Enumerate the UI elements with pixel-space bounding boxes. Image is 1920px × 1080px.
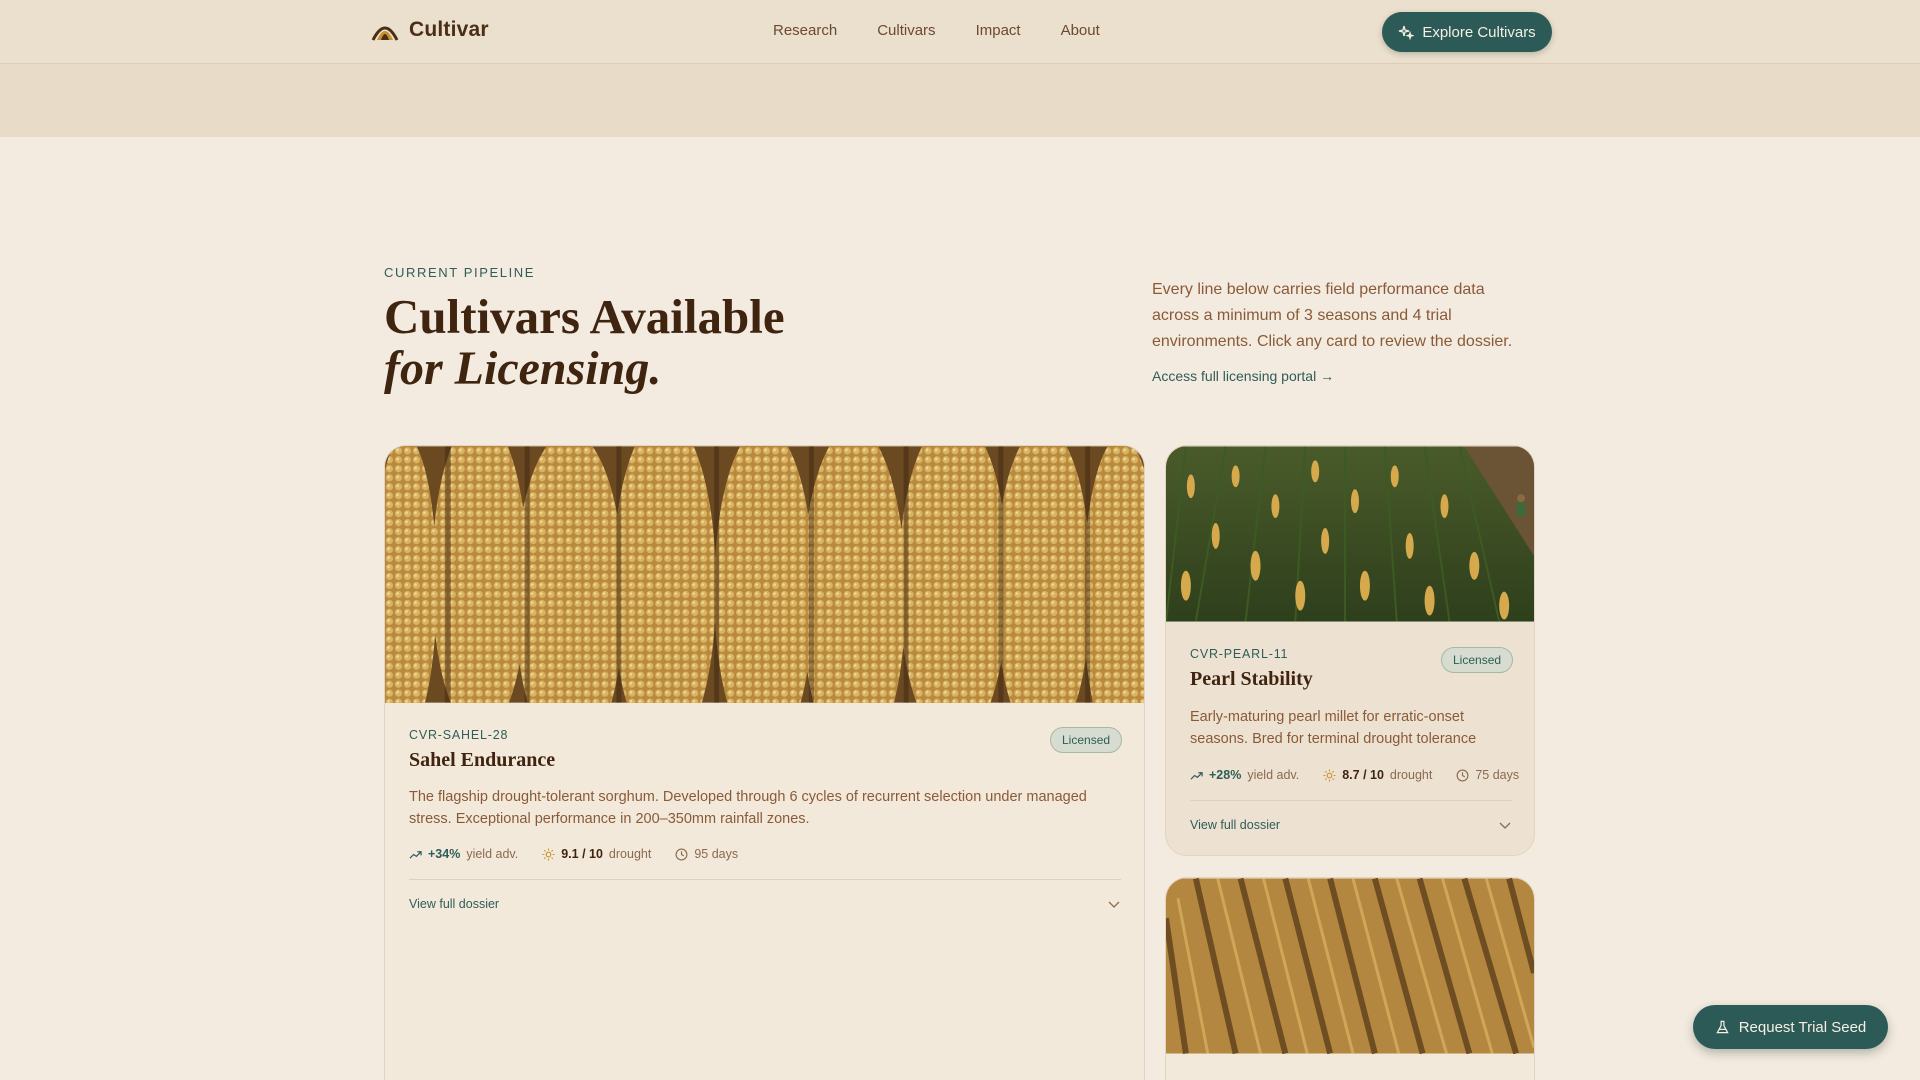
- request-trial-seed-label: Request Trial Seed: [1738, 1018, 1867, 1036]
- sorghum-logo-icon: [371, 26, 399, 41]
- cultivar-code: CVR-SAHEL-28: [409, 728, 509, 742]
- chevron-down-icon[interactable]: [1107, 897, 1121, 911]
- view-dossier-link[interactable]: View full dossier: [1190, 818, 1280, 832]
- clock-icon: [675, 848, 688, 860]
- sorghum-panicles-image: [385, 446, 1144, 703]
- intro-text: Every line below carries field performan…: [1152, 281, 1513, 350]
- yield-label: yield adv.: [1247, 768, 1300, 782]
- cultivar-description: The flagship drought-tolerant sorghum. D…: [409, 789, 1087, 827]
- clock-icon: [1456, 769, 1469, 781]
- page-title: Cultivars Available for Licensing.: [384, 289, 785, 393]
- cultivar-card-sahel[interactable]: CVR-SAHEL-28 Licensed Sahel Endurance Th…: [384, 445, 1145, 1080]
- view-dossier-link[interactable]: View full dossier: [409, 897, 499, 911]
- status-badge: Licensed: [1441, 647, 1514, 673]
- cultivar-name: Sahel Endurance: [409, 749, 556, 771]
- licensing-portal-link[interactable]: Access full licensing portal →: [1152, 368, 1334, 384]
- brand-name: Cultivar: [409, 18, 489, 41]
- header-band: [0, 64, 1920, 137]
- chevron-down-icon[interactable]: [1498, 818, 1512, 832]
- maturity-days: 75 days: [1475, 768, 1520, 782]
- status-badge: Licensed: [1050, 727, 1123, 753]
- millet-field-image: [1166, 446, 1534, 622]
- yield-label: yield adv.: [466, 847, 519, 861]
- yield-value: +34%: [428, 847, 461, 861]
- yield-value: +28%: [1209, 768, 1242, 782]
- cultivar-stats: +28% yield adv. 8.7 / 10 drought 75 days: [1190, 768, 1519, 782]
- request-trial-seed-button[interactable]: Request Trial Seed: [1693, 1005, 1888, 1049]
- explore-cultivars-label: Explore Cultivars: [1422, 23, 1536, 41]
- cultivar-description: Early-maturing pearl millet for erratic-…: [1190, 709, 1477, 747]
- explore-cultivars-button[interactable]: Explore Cultivars: [1382, 12, 1552, 52]
- drought-label: drought: [608, 847, 652, 861]
- title-line-1: Cultivars Available: [384, 289, 785, 344]
- wheat-rows-image: [1166, 878, 1534, 1054]
- cultivar-name: Pearl Stability: [1190, 668, 1313, 690]
- nav-impact[interactable]: Impact: [976, 22, 1021, 39]
- trend-up-icon: [409, 850, 422, 859]
- trend-up-icon: [1190, 771, 1203, 780]
- card-divider: [409, 879, 1121, 880]
- sun-icon: [1323, 768, 1336, 782]
- drought-label: drought: [1389, 768, 1433, 782]
- drought-score: 8.7 / 10: [1342, 768, 1384, 782]
- title-line-2: for Licensing.: [384, 342, 662, 395]
- maturity-days: 95 days: [694, 847, 739, 861]
- section-eyebrow: CURRENT PIPELINE: [384, 265, 536, 280]
- sun-icon: [542, 847, 555, 861]
- nav-research[interactable]: Research: [773, 22, 837, 39]
- sparkle-icon: [1399, 25, 1415, 40]
- main-nav: Research Cultivars Impact About: [773, 22, 1100, 39]
- cultivar-code: CVR-PEARL-11: [1190, 647, 1289, 661]
- cultivar-card-pearl[interactable]: CVR-PEARL-11 Licensed Pearl Stability Ea…: [1165, 445, 1535, 856]
- nav-about[interactable]: About: [1061, 22, 1100, 39]
- card-divider: [1190, 800, 1512, 801]
- brand-logo[interactable]: Cultivar: [371, 18, 489, 42]
- cultivar-stats: +34% yield adv. 9.1 / 10 drought 95 days: [409, 847, 738, 861]
- flask-icon: [1716, 1020, 1729, 1033]
- nav-cultivars[interactable]: Cultivars: [877, 22, 935, 39]
- cultivar-card-third[interactable]: [1165, 877, 1535, 1080]
- drought-score: 9.1 / 10: [561, 847, 603, 861]
